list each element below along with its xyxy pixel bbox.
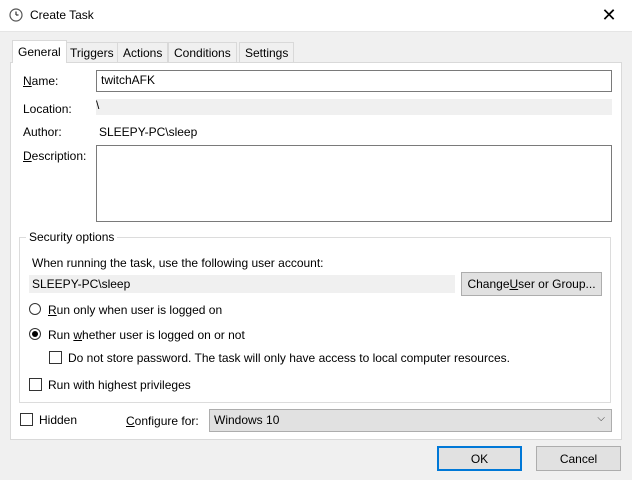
radio-run-only-logged-on[interactable] bbox=[29, 303, 41, 315]
close-button[interactable]: ✕ bbox=[586, 0, 632, 31]
author-value: SLEEPY-PC\sleep bbox=[99, 125, 198, 139]
tab-conditions[interactable]: Conditions bbox=[168, 42, 237, 62]
user-account-value: SLEEPY-PC\sleep bbox=[32, 277, 131, 291]
location-value: \ bbox=[96, 98, 100, 112]
window-title: Create Task bbox=[30, 8, 94, 22]
description-field[interactable] bbox=[96, 145, 612, 222]
configure-for-label: Configure for: bbox=[126, 414, 199, 428]
security-options-title: Security options bbox=[26, 230, 118, 244]
cancel-button[interactable]: Cancel bbox=[536, 446, 621, 471]
do-not-store-password-checkbox[interactable] bbox=[49, 351, 62, 364]
radio-selected-dot bbox=[32, 331, 38, 337]
radio-run-only-logged-on-label[interactable]: Run only when user is logged on bbox=[48, 303, 222, 317]
ok-button[interactable]: OK bbox=[437, 446, 522, 471]
tab-label: Triggers bbox=[70, 45, 114, 60]
tab-label: General bbox=[18, 45, 61, 59]
title-bar: Create Task ✕ bbox=[0, 0, 632, 32]
highest-privileges-label[interactable]: Run with highest privileges bbox=[48, 378, 191, 392]
clock-icon bbox=[9, 8, 23, 22]
name-field[interactable]: twitchAFK bbox=[96, 70, 612, 92]
do-not-store-password-label[interactable]: Do not store password. The task will onl… bbox=[68, 351, 510, 365]
tab-label: Conditions bbox=[174, 45, 231, 60]
user-account-field: SLEEPY-PC\sleep bbox=[29, 275, 455, 293]
highest-privileges-checkbox[interactable] bbox=[29, 378, 42, 391]
radio-run-whether-logged-on-label[interactable]: Run whether user is logged on or not bbox=[48, 328, 245, 342]
name-value: twitchAFK bbox=[101, 73, 156, 87]
tab-triggers[interactable]: Triggers bbox=[64, 42, 120, 62]
configure-for-dropdown[interactable]: Windows 10 ⌵ bbox=[209, 409, 612, 432]
hidden-label[interactable]: Hidden bbox=[39, 413, 77, 427]
tab-label: Actions bbox=[123, 45, 163, 60]
account-prompt: When running the task, use the following… bbox=[32, 256, 324, 270]
configure-for-value: Windows 10 bbox=[214, 413, 280, 427]
tab-settings[interactable]: Settings bbox=[239, 42, 295, 62]
location-label: Location: bbox=[23, 102, 72, 116]
description-label: Description: bbox=[23, 149, 87, 163]
change-user-button[interactable]: Change User or Group... bbox=[461, 272, 602, 296]
author-label: Author: bbox=[23, 125, 62, 139]
hidden-checkbox[interactable] bbox=[20, 413, 33, 426]
tab-general[interactable]: General bbox=[12, 40, 67, 63]
radio-run-whether-logged-on[interactable] bbox=[29, 328, 41, 340]
chevron-down-icon: ⌵ bbox=[597, 413, 605, 424]
close-icon: ✕ bbox=[601, 5, 617, 25]
location-value-field: \ bbox=[96, 98, 612, 115]
name-label: Name: bbox=[23, 74, 59, 88]
tab-actions[interactable]: Actions bbox=[117, 42, 169, 62]
tab-label: Settings bbox=[245, 45, 289, 60]
